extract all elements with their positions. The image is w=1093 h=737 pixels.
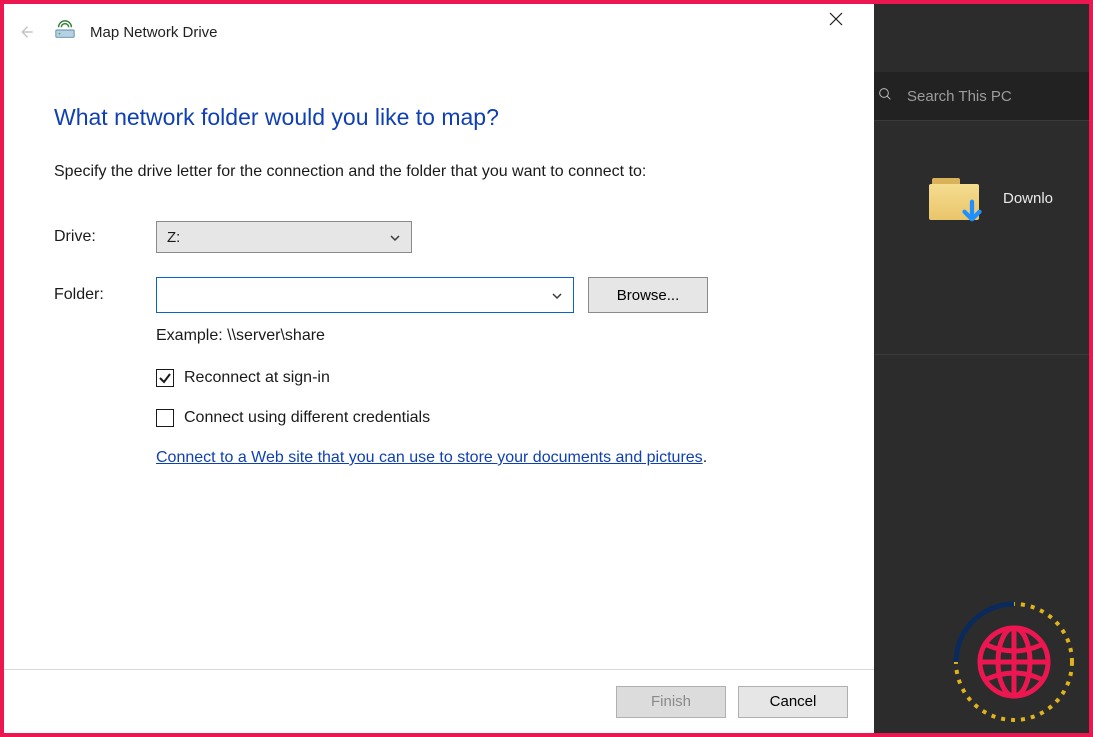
reconnect-checkbox[interactable] bbox=[156, 369, 174, 387]
finish-button: Finish bbox=[616, 686, 726, 718]
downloads-folder-item[interactable]: Downlo bbox=[929, 174, 1053, 222]
downloads-label: Downlo bbox=[1003, 190, 1053, 207]
search-placeholder-text: Search This PC bbox=[907, 88, 1012, 105]
drive-label: Drive: bbox=[54, 228, 156, 246]
network-drive-icon bbox=[54, 19, 76, 46]
downloads-folder-icon bbox=[929, 174, 981, 222]
browse-button[interactable]: Browse... bbox=[588, 277, 708, 313]
drive-letter-value: Z: bbox=[157, 225, 190, 250]
close-button[interactable] bbox=[816, 3, 856, 35]
reconnect-checkbox-label: Reconnect at sign-in bbox=[184, 369, 330, 387]
folder-path-combobox[interactable] bbox=[156, 277, 574, 313]
chevron-down-icon bbox=[551, 289, 563, 301]
different-credentials-checkbox-row[interactable]: Connect using different credentials bbox=[156, 409, 824, 427]
chevron-down-icon bbox=[389, 231, 401, 243]
link-period: . bbox=[703, 449, 707, 466]
folder-label: Folder: bbox=[54, 286, 156, 304]
map-network-drive-dialog: Map Network Drive What network folder wo… bbox=[4, 4, 874, 733]
back-button bbox=[12, 18, 40, 46]
dialog-title: Map Network Drive bbox=[90, 24, 218, 41]
drive-letter-dropdown[interactable]: Z: bbox=[156, 221, 412, 253]
divider bbox=[859, 354, 1089, 355]
divider bbox=[859, 120, 1089, 121]
explorer-search-box[interactable]: Search This PC bbox=[859, 72, 1089, 120]
connect-website-link[interactable]: Connect to a Web site that you can use t… bbox=[156, 449, 703, 466]
search-icon bbox=[877, 86, 893, 107]
different-credentials-checkbox-label: Connect using different credentials bbox=[184, 409, 430, 427]
dialog-heading: What network folder would you like to ma… bbox=[54, 104, 824, 131]
folder-example-text: Example: \\server\share bbox=[156, 327, 824, 345]
dialog-instruction: Specify the drive letter for the connect… bbox=[54, 163, 824, 181]
different-credentials-checkbox[interactable] bbox=[156, 409, 174, 427]
reconnect-checkbox-row[interactable]: Reconnect at sign-in bbox=[156, 369, 824, 387]
folder-path-value bbox=[157, 291, 177, 299]
cancel-button[interactable]: Cancel bbox=[738, 686, 848, 718]
